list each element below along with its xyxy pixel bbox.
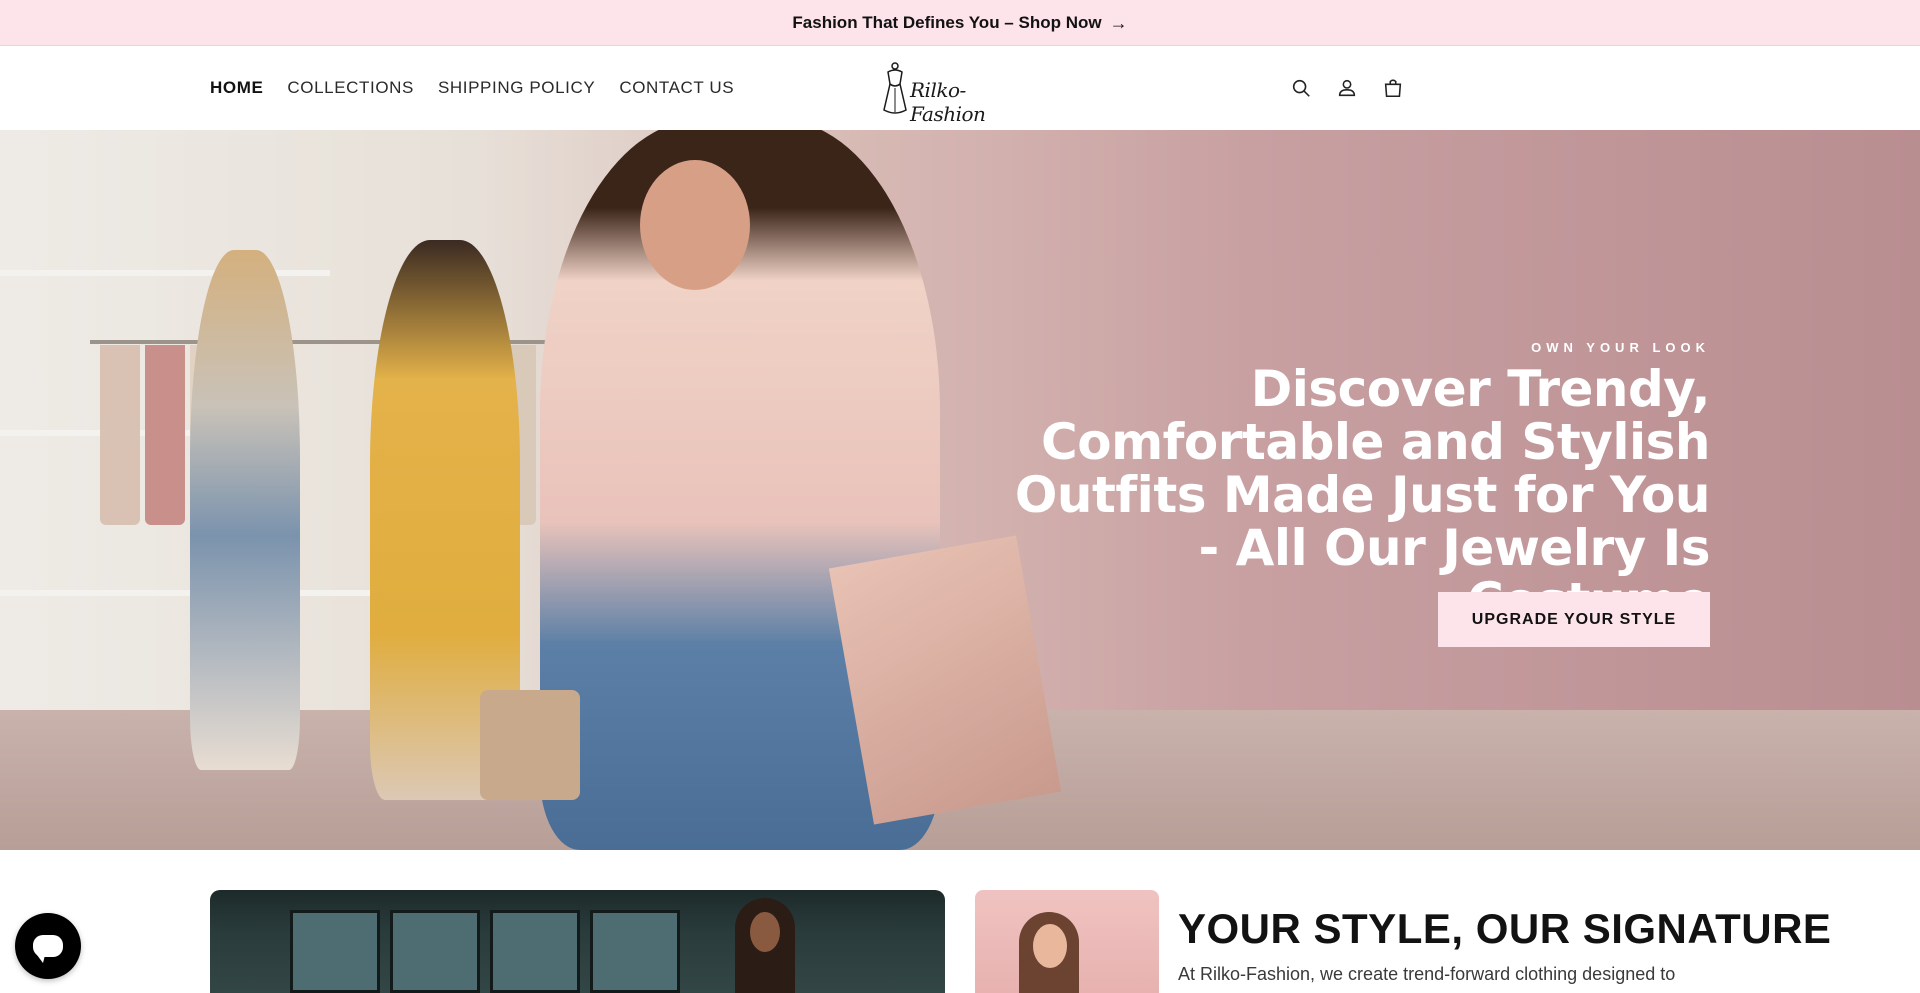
hanging-garment [145, 345, 185, 525]
clothing-rack [90, 340, 610, 344]
nav-item-shipping-policy[interactable]: SHIPPING POLICY [438, 78, 595, 98]
hero-content: OWN YOUR LOOK Discover Trendy, Comfortab… [990, 340, 1711, 628]
announcement-text[interactable]: Fashion That Defines You – Shop Now [792, 13, 1101, 33]
section-body: At Rilko-Fashion, we create trend-forwar… [1178, 964, 1676, 984]
nav-item-home[interactable]: HOME [210, 78, 263, 98]
shelf [0, 270, 330, 276]
arrow-right-icon: → [1109, 12, 1128, 33]
section-title: YOUR STYLE, OUR SIGNATURE [1178, 905, 1832, 952]
window [490, 910, 580, 993]
model-face [1033, 924, 1067, 968]
handbag [480, 690, 580, 800]
window [290, 910, 380, 993]
shopper-figure [190, 250, 300, 770]
model-face [750, 912, 780, 952]
chat-button[interactable] [15, 913, 81, 979]
hero-title: Discover Trendy, Comfortable and Stylish… [1014, 360, 1711, 628]
cart-icon[interactable] [1381, 76, 1405, 100]
header-icons [1289, 46, 1405, 130]
site-header: HOME COLLECTIONS SHIPPING POLICY CONTACT… [0, 46, 1920, 130]
chat-bubble-icon [33, 935, 63, 963]
announcement-bar[interactable]: Fashion That Defines You – Shop Now → [0, 0, 1920, 46]
window [590, 910, 680, 993]
main-nav: HOME COLLECTIONS SHIPPING POLICY CONTACT… [210, 46, 734, 130]
nav-item-collections[interactable]: COLLECTIONS [287, 78, 414, 98]
search-icon[interactable] [1289, 76, 1313, 100]
hero-eyebrow: OWN YOUR LOOK [1531, 340, 1710, 355]
window [390, 910, 480, 993]
logo-text: Rilko-Fashion [910, 78, 986, 126]
featured-image[interactable] [210, 890, 945, 993]
upgrade-style-button[interactable]: UPGRADE YOUR STYLE [1438, 592, 1710, 647]
nav-item-contact-us[interactable]: CONTACT US [619, 78, 734, 98]
account-icon[interactable] [1335, 76, 1359, 100]
hanging-garment [100, 345, 140, 525]
signature-image [975, 890, 1159, 993]
model-face [640, 160, 750, 290]
dress-form-icon [883, 62, 907, 114]
site-logo[interactable]: Rilko-Fashion [880, 60, 1036, 126]
hero-banner: OWN YOUR LOOK Discover Trendy, Comfortab… [0, 130, 1920, 850]
